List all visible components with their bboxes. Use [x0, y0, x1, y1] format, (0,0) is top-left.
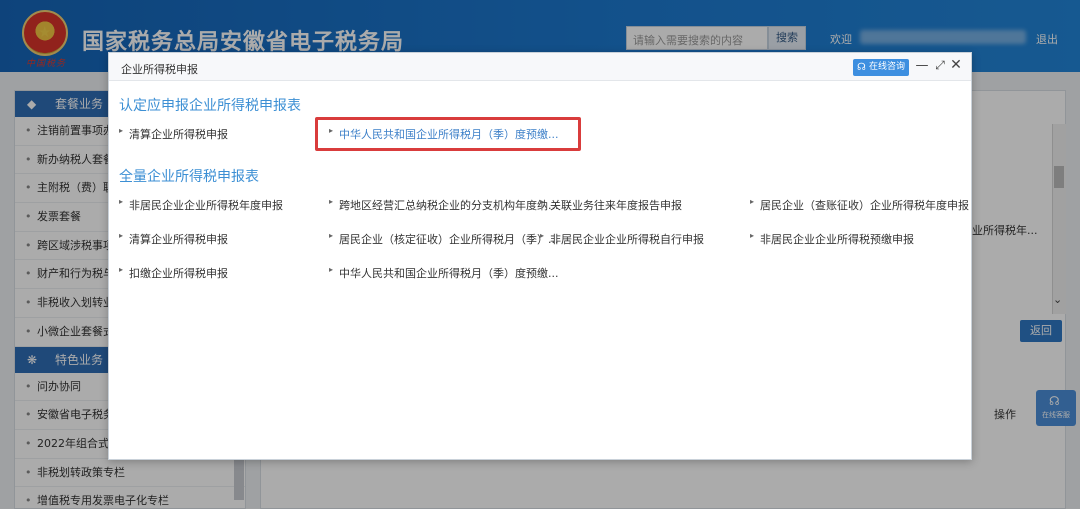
income-tax-filing-dialog: 企业所得税申报 ☊ 在线咨询 — ⤢ ✕ 认定应申报企业所得税申报表 清算企业所… — [108, 52, 972, 460]
form-link[interactable]: 非居民企业企业所得税年度申报 — [119, 197, 283, 213]
form-link[interactable]: 居民企业（查账征收）企业所得税年度申报 — [750, 197, 969, 213]
form-link[interactable]: 非居民企业企业所得税自行申报 — [540, 231, 704, 247]
section-title-all-forms: 全量企业所得税申报表 — [119, 169, 259, 185]
dialog-title: 企业所得税申报 — [121, 63, 198, 76]
form-link[interactable]: 关联业务往来年度报告申报 — [540, 197, 682, 213]
online-consult-label: 在线咨询 — [869, 62, 906, 72]
headset-icon: ☊ — [857, 62, 866, 73]
maximize-icon[interactable]: ⤢ — [933, 58, 947, 73]
form-link[interactable]: 跨地区经营汇总纳税企业的分支机构年度纳... — [329, 197, 559, 213]
form-link[interactable]: 扣缴企业所得税申报 — [119, 265, 228, 281]
form-link[interactable]: 非居民企业企业所得税预缴申报 — [750, 231, 914, 247]
close-icon[interactable]: ✕ — [949, 57, 963, 73]
dialog-header: 企业所得税申报 ☊ 在线咨询 — ⤢ ✕ — [109, 53, 971, 81]
minimize-icon[interactable]: — — [915, 58, 929, 73]
online-consult-button[interactable]: ☊ 在线咨询 — [853, 59, 909, 76]
highlight-box — [315, 117, 581, 151]
form-link-liquidation[interactable]: 清算企业所得税申报 — [119, 126, 228, 142]
form-link[interactable]: 清算企业所得税申报 — [119, 231, 228, 247]
section-title-assigned-forms: 认定应申报企业所得税申报表 — [119, 98, 301, 114]
form-link[interactable]: 中华人民共和国企业所得税月（季）度预缴... — [329, 265, 559, 281]
form-link[interactable]: 居民企业（核定征收）企业所得税月（季）... — [329, 231, 559, 247]
